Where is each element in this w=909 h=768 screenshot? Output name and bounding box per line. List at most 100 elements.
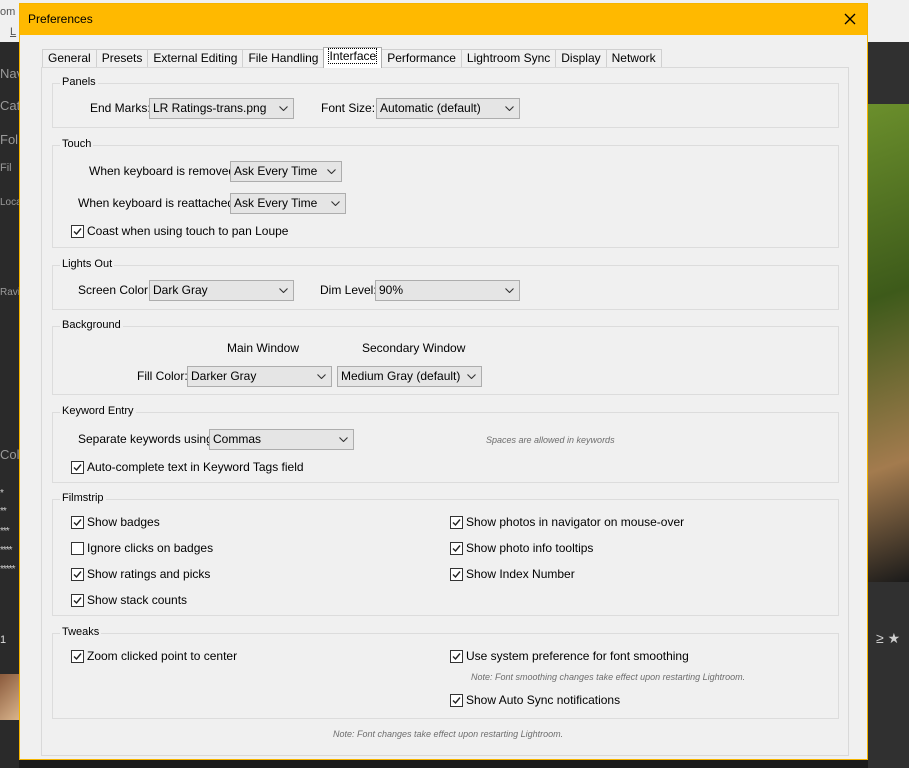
font-size-label: Font Size: [321, 101, 376, 115]
main-window-fill-select[interactable]: Darker Gray [187, 366, 332, 387]
group-title: Lights Out [60, 258, 115, 270]
checkmark-icon [450, 693, 463, 707]
chevron-down-icon [339, 430, 349, 449]
checkmark-icon [71, 567, 84, 581]
checkmark-icon [450, 541, 463, 555]
background-link: L [10, 26, 17, 38]
font-size-select[interactable]: Automatic (default) [376, 98, 520, 119]
show-stack-counts-checkbox[interactable]: Show stack counts [71, 593, 187, 607]
ignore-clicks-badges-checkbox[interactable]: Ignore clicks on badges [71, 541, 213, 555]
separate-keywords-select[interactable]: Commas [209, 429, 354, 450]
show-index-number-checkbox[interactable]: Show Index Number [450, 567, 575, 581]
background-right-panel: ≥ ★ [868, 42, 909, 768]
tab-display[interactable]: Display [555, 49, 607, 68]
lights-out-group: Lights Out Screen Color: Dark Gray Dim L… [52, 258, 839, 310]
coast-touch-checkbox[interactable]: Coast when using touch to pan Loupe [71, 224, 288, 238]
group-title: Keyword Entry [60, 405, 136, 417]
background-label: Fol [0, 132, 19, 147]
chevron-down-icon [327, 162, 337, 181]
panels-group: Panels End Marks: LR Ratings-trans.png F… [52, 76, 839, 128]
group-title: Tweaks [60, 626, 102, 638]
background-stars: ***** [0, 564, 16, 575]
fill-color-label: Fill Color: [137, 369, 188, 383]
background-text: om [0, 6, 16, 18]
separate-keywords-label: Separate keywords using: [78, 432, 217, 446]
tab-presets[interactable]: Presets [95, 49, 149, 68]
checkmark-icon [71, 593, 84, 607]
tab-external-editing[interactable]: External Editing [147, 49, 244, 68]
dim-level-label: Dim Level: [320, 283, 377, 297]
background-number: 1 [0, 634, 7, 646]
show-badges-checkbox[interactable]: Show badges [71, 515, 160, 529]
secondary-window-fill-select[interactable]: Medium Gray (default) [337, 366, 482, 387]
chevron-down-icon [505, 281, 515, 300]
chevron-down-icon [467, 367, 477, 386]
touch-group: Touch When keyboard is removed: Ask Ever… [52, 138, 839, 248]
filmstrip-group: Filmstrip Show badges Ignore clicks on b… [52, 492, 839, 616]
zoom-clicked-point-checkbox[interactable]: Zoom clicked point to center [71, 649, 237, 663]
show-photos-navigator-checkbox[interactable]: Show photos in navigator on mouse-over [450, 515, 684, 529]
background-thumbnail [0, 674, 19, 720]
dialog-titlebar[interactable]: Preferences [20, 4, 867, 35]
close-icon[interactable] [839, 8, 861, 30]
background-stars: * [0, 488, 4, 499]
show-photo-info-tooltips-checkbox[interactable]: Show photo info tooltips [450, 541, 593, 555]
background-label: Fil [0, 162, 12, 174]
keyboard-reattached-label: When keyboard is reattached: [78, 196, 238, 210]
background-label: Loca [0, 197, 19, 208]
font-smoothing-note: Note: Font smoothing changes take effect… [471, 672, 746, 682]
background-label: Cat [0, 98, 19, 113]
background-label: Nav [0, 66, 19, 81]
chevron-down-icon [279, 99, 289, 118]
chevron-down-icon [317, 367, 327, 386]
checkmark-icon [450, 515, 463, 529]
tab-bar: General Presets External Editing File Ha… [42, 47, 662, 68]
screen-color-select[interactable]: Dark Gray [149, 280, 294, 301]
group-title: Panels [60, 76, 98, 88]
background-left-panel: Nav Cat Fol Fil Loca Ravi Col * ** *** *… [0, 42, 19, 768]
background-label: Ravi [0, 287, 19, 298]
auto-sync-notifications-checkbox[interactable]: Show Auto Sync notifications [450, 693, 620, 707]
keywords-hint: Spaces are allowed in keywords [486, 435, 615, 445]
group-title: Background [60, 319, 123, 331]
checkmark-icon [450, 649, 463, 663]
group-title: Touch [60, 138, 94, 150]
font-changes-note: Note: Font changes take effect upon rest… [333, 729, 564, 739]
checkmark-icon [71, 460, 84, 474]
preferences-dialog: Preferences General Presets External Edi… [19, 3, 868, 760]
main-window-label: Main Window [227, 341, 300, 355]
secondary-window-label: Secondary Window [362, 341, 466, 355]
screen-color-label: Screen Color: [78, 283, 152, 297]
checkmark-icon [450, 567, 463, 581]
font-smoothing-checkbox[interactable]: Use system preference for font smoothing [450, 649, 689, 663]
interface-panel: Panels End Marks: LR Ratings-trans.png F… [41, 67, 849, 756]
tab-file-handling[interactable]: File Handling [242, 49, 325, 68]
tab-performance[interactable]: Performance [381, 49, 462, 68]
tab-general[interactable]: General [42, 49, 97, 68]
dialog-title: Preferences [28, 12, 93, 26]
autocomplete-keywords-checkbox[interactable]: Auto-complete text in Keyword Tags field [71, 460, 304, 474]
checkbox-empty-icon [71, 541, 84, 555]
chevron-down-icon [505, 99, 515, 118]
keyboard-removed-select[interactable]: Ask Every Time [230, 161, 342, 182]
chevron-down-icon [331, 194, 341, 213]
checkmark-icon [71, 224, 84, 238]
keyboard-removed-label: When keyboard is removed: [89, 164, 239, 178]
keyword-entry-group: Keyword Entry Separate keywords using: C… [52, 405, 839, 483]
background-photo [868, 104, 909, 582]
background-group: Background Main Window Secondary Window … [52, 319, 839, 395]
show-ratings-picks-checkbox[interactable]: Show ratings and picks [71, 567, 210, 581]
background-label: Col [0, 447, 19, 462]
keyboard-reattached-select[interactable]: Ask Every Time [230, 193, 346, 214]
checkmark-icon [71, 515, 84, 529]
tab-network[interactable]: Network [605, 49, 662, 68]
tab-lightroom-sync[interactable]: Lightroom Sync [460, 49, 557, 68]
dim-level-select[interactable]: 90% [375, 280, 520, 301]
tweaks-group: Tweaks Zoom clicked point to center Use … [52, 626, 839, 719]
tab-interface[interactable]: Interface [323, 47, 383, 68]
chevron-down-icon [279, 281, 289, 300]
background-stars: **** [0, 545, 13, 556]
end-marks-select[interactable]: LR Ratings-trans.png [149, 98, 294, 119]
background-bottom-strip [19, 760, 868, 768]
group-title: Filmstrip [60, 492, 106, 504]
